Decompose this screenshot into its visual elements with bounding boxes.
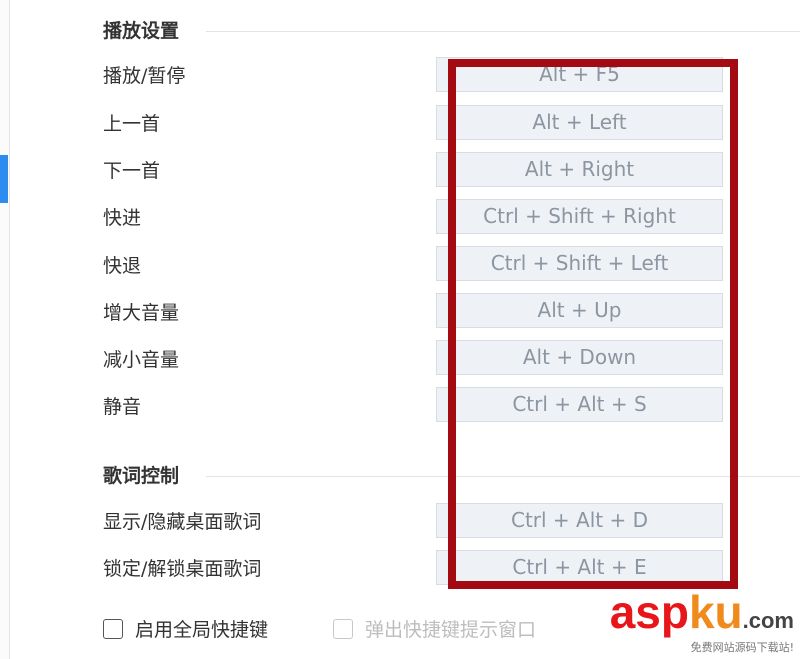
shortcut-input-volume-up[interactable]: Alt + Up xyxy=(436,293,723,328)
section-header-lyrics: 歌词控制 xyxy=(103,465,800,487)
shortcut-input-lock-desktop-lyrics[interactable]: Ctrl + Alt + E xyxy=(436,550,723,585)
shortcut-label-rewind: 快退 xyxy=(103,255,142,277)
hint-popup-label: 弹出快捷键提示窗口 xyxy=(365,619,537,641)
shortcut-input-play-pause[interactable]: Alt + F5 xyxy=(436,57,723,92)
watermark-logo: aspku.com xyxy=(610,589,794,643)
shortcut-input-mute[interactable]: Ctrl + Alt + S xyxy=(436,387,723,422)
shortcut-label-lock-desktop-lyrics: 锁定/解锁桌面歌词 xyxy=(103,558,262,580)
watermark-brand-accent: ku xyxy=(688,586,743,638)
option-global-hotkeys[interactable]: 启用全局快捷键 xyxy=(103,615,268,642)
shortcut-label-toggle-desktop-lyrics: 显示/隐藏桌面歌词 xyxy=(103,511,262,533)
shortcut-label-fast-forward: 快进 xyxy=(103,207,142,229)
watermark-brand-suffix: .com xyxy=(742,608,794,633)
shortcut-input-toggle-desktop-lyrics[interactable]: Ctrl + Alt + D xyxy=(436,503,723,538)
section-header-playback: 播放设置 xyxy=(103,20,800,42)
watermark-tagline: 免费网站源码下载站! xyxy=(690,641,794,654)
shortcut-label-volume-down: 减小音量 xyxy=(103,349,180,371)
shortcut-input-fast-forward[interactable]: Ctrl + Shift + Right xyxy=(436,199,723,234)
shortcut-input-rewind[interactable]: Ctrl + Shift + Left xyxy=(436,246,723,281)
section-divider xyxy=(206,31,800,32)
shortcut-label-next: 下一首 xyxy=(103,160,161,182)
shortcut-label-previous: 上一首 xyxy=(103,113,161,135)
shortcut-label-play-pause: 播放/暂停 xyxy=(103,65,186,87)
hint-popup-checkbox xyxy=(333,618,353,639)
site-watermark: aspku.com 免费网站源码下载站! xyxy=(610,589,794,655)
shortcut-label-mute: 静音 xyxy=(103,396,142,418)
global-hotkeys-checkbox[interactable] xyxy=(103,618,123,639)
shortcut-input-previous[interactable]: Alt + Left xyxy=(436,105,723,140)
shortcut-input-next[interactable]: Alt + Right xyxy=(436,152,723,187)
active-nav-indicator xyxy=(0,155,8,203)
watermark-brand-main: asp xyxy=(609,586,689,638)
option-hint-popup: 弹出快捷键提示窗口 xyxy=(333,615,536,642)
left-nav-strip xyxy=(0,0,10,659)
shortcut-label-volume-up: 增大音量 xyxy=(103,302,180,324)
section-title-playback: 播放设置 xyxy=(103,20,180,42)
section-divider xyxy=(206,476,800,477)
section-title-lyrics: 歌词控制 xyxy=(103,465,180,487)
global-hotkeys-label[interactable]: 启用全局快捷键 xyxy=(135,615,268,642)
shortcut-input-volume-down[interactable]: Alt + Down xyxy=(436,340,723,375)
